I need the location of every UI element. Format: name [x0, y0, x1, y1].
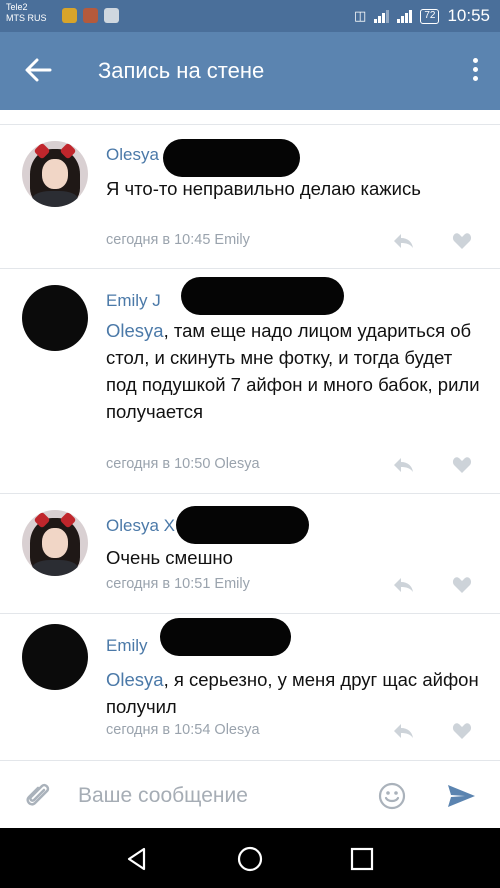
- avatar[interactable]: [22, 141, 88, 207]
- app-notification-icon: [83, 8, 98, 23]
- comment-item: Olesya Я что-то неправильно делаю кажись…: [0, 125, 500, 269]
- nav-back-icon[interactable]: [122, 844, 152, 874]
- reply-icon[interactable]: [392, 576, 414, 594]
- name-redaction: [163, 139, 300, 177]
- comment-meta[interactable]: сегодня в 10:50 Olesya: [106, 456, 260, 472]
- emoji-smile-icon[interactable]: [378, 782, 406, 810]
- comment-meta[interactable]: сегодня в 10:51 Emily: [106, 576, 250, 592]
- mention-link[interactable]: Olesya: [106, 669, 164, 690]
- reply-icon[interactable]: [392, 232, 414, 250]
- comment-meta[interactable]: сегодня в 10:54 Olesya: [106, 722, 260, 738]
- avatar[interactable]: [22, 624, 88, 690]
- reply-icon[interactable]: [392, 456, 414, 474]
- signal-2-icon: [397, 9, 413, 23]
- avatar[interactable]: [22, 510, 88, 576]
- clock: 10:55: [447, 6, 490, 25]
- like-heart-icon[interactable]: [452, 576, 472, 594]
- app-bar: Запись на стене: [0, 32, 500, 110]
- comment-item: Emily J Olesya, там еще надо лицом удари…: [0, 269, 500, 494]
- like-heart-icon[interactable]: [452, 722, 472, 740]
- system-navigation-bar: [0, 828, 500, 888]
- status-bar: Tele2 MTS RUS ◫ 72 10:55: [0, 0, 500, 32]
- comment-text: Olesya, там еще надо лицом удариться об …: [106, 317, 486, 425]
- comment-author[interactable]: Emily J: [106, 291, 161, 311]
- name-redaction: [176, 506, 309, 544]
- comment-meta[interactable]: сегодня в 10:45 Emily: [106, 232, 250, 248]
- message-input[interactable]: [78, 781, 358, 811]
- notification-icons: [62, 8, 119, 23]
- more-options-icon[interactable]: [472, 58, 478, 81]
- comment-item: Olesya X Очень смешно сегодня в 10:51 Em…: [0, 494, 500, 614]
- page-title: Запись на стене: [98, 58, 265, 83]
- comment-text: Olesya, я серьезно, у меня друг щас айфо…: [106, 666, 486, 720]
- like-heart-icon[interactable]: [452, 456, 472, 474]
- send-icon[interactable]: [446, 783, 476, 809]
- carrier-2: MTS RUS: [6, 13, 47, 23]
- comment-author[interactable]: Olesya: [106, 145, 159, 165]
- comment-text: Я что-то неправильно делаю кажись: [106, 178, 421, 199]
- back-arrow-icon[interactable]: [22, 54, 54, 86]
- carrier-1: Tele2: [6, 2, 28, 12]
- battery-icon: 72: [420, 8, 440, 24]
- comment-text: Очень смешно: [106, 547, 233, 568]
- avatar[interactable]: [22, 285, 88, 351]
- status-right: ◫ 72 10:55: [354, 6, 490, 26]
- comment-item: Emily Olesya, я серьезно, у меня друг ща…: [0, 614, 500, 760]
- nav-recents-icon[interactable]: [347, 844, 377, 874]
- signal-1-icon: [374, 9, 390, 23]
- like-heart-icon[interactable]: [452, 232, 472, 250]
- mention-link[interactable]: Olesya: [106, 320, 164, 341]
- comment-author[interactable]: Emily: [106, 636, 148, 656]
- name-redaction: [160, 618, 291, 656]
- comment-author[interactable]: Olesya X: [106, 516, 175, 536]
- vibrate-icon: ◫: [354, 8, 367, 23]
- message-composer: [0, 760, 500, 828]
- image-notification-icon: [104, 8, 119, 23]
- name-redaction: [181, 277, 344, 315]
- nav-home-icon[interactable]: [235, 844, 265, 874]
- carrier-info: Tele2 MTS RUS: [6, 2, 47, 24]
- wallet-notification-icon: [62, 8, 77, 23]
- reply-icon[interactable]: [392, 722, 414, 740]
- attach-paperclip-icon[interactable]: [24, 781, 52, 811]
